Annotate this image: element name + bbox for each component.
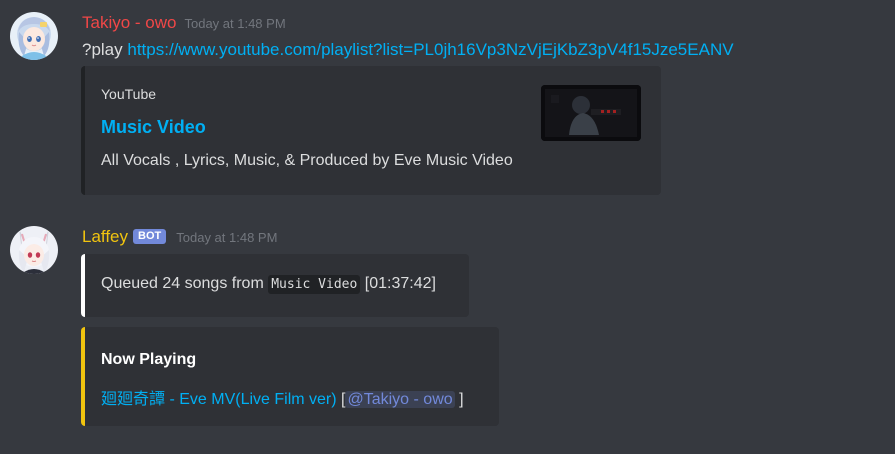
embed-title-link[interactable]: Music Video	[101, 117, 206, 138]
username[interactable]: Laffey	[82, 227, 128, 246]
now-playing-line: 廻廻奇譚 - Eve MV(Live Film ver) [@Takiyo - …	[101, 385, 464, 409]
message-header: Laffey BOT Today at 1:48 PM	[82, 226, 885, 248]
now-playing-title: Now Playing	[101, 351, 197, 368]
queued-embed: Queued 24 songs from Music Video [01:37:…	[81, 254, 469, 317]
user-avatar[interactable]	[10, 12, 58, 60]
timestamp: Today at 1:48 PM	[184, 16, 286, 31]
playlist-code: Music Video	[268, 275, 361, 294]
message-takiyo: Takiyo - owo Today at 1:48 PM ?play https…	[0, 0, 895, 200]
message-laffey: Laffey BOT Today at 1:48 PM Queued 24 song…	[0, 214, 895, 454]
bracket-close: ]	[459, 391, 464, 408]
queue-duration: [01:37:42]	[364, 275, 436, 292]
anime-bot-avatar-icon	[10, 226, 58, 274]
bot-avatar[interactable]	[10, 226, 58, 274]
anime-avatar-icon	[10, 12, 58, 60]
message-text: ?play https://www.youtube.com/playlist?l…	[82, 38, 885, 62]
embed-thumbnail[interactable]	[541, 85, 641, 141]
queued-text: Queued 24 songs from Music Video [01:37:…	[101, 275, 436, 294]
command-text: ?play	[82, 40, 123, 59]
now-playing-embed: Now Playing 廻廻奇譚 - Eve MV(Live Film ver)…	[81, 327, 499, 426]
user-mention[interactable]: @Takiyo - owo	[345, 391, 455, 408]
timestamp: Today at 1:48 PM	[176, 230, 278, 245]
chat-messages: Takiyo - owo Today at 1:48 PM ?play https…	[0, 0, 895, 454]
username[interactable]: Takiyo - owo	[82, 13, 176, 32]
embed-description: All Vocals , Lyrics, Music, & Produced b…	[101, 152, 513, 169]
message-header: Takiyo - owo Today at 1:48 PM	[82, 12, 885, 34]
youtube-embed: YouTube Music Video All Vocals , Lyrics,…	[81, 66, 661, 195]
embed-provider: YouTube	[101, 86, 157, 102]
playlist-link[interactable]: https://www.youtube.com/playlist?list=PL…	[127, 40, 733, 59]
bot-tag: BOT	[133, 229, 167, 244]
queued-prefix: Queued 24 songs from	[101, 275, 264, 292]
video-thumbnail-image	[541, 85, 641, 141]
track-link[interactable]: 廻廻奇譚 - Eve MV(Live Film ver)	[101, 391, 337, 408]
